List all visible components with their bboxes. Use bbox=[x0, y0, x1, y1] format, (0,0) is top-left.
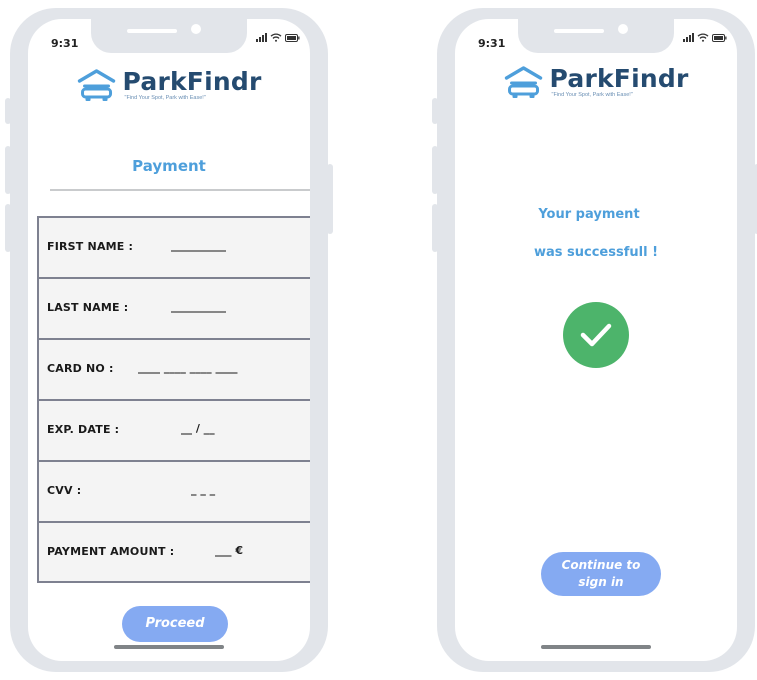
speaker bbox=[127, 29, 177, 33]
card-number-field[interactable]: ____ ____ ____ ____ bbox=[138, 361, 238, 374]
success-message-line2: was successfull ! bbox=[533, 245, 659, 260]
form-row-exp-date[interactable]: EXP. DATE : __ / __ bbox=[39, 401, 310, 462]
side-button bbox=[327, 164, 333, 234]
side-button bbox=[5, 98, 11, 124]
brand-name: ParkFindr bbox=[549, 64, 689, 93]
car-garage-icon bbox=[77, 69, 116, 101]
status-icons bbox=[683, 33, 727, 42]
battery-icon bbox=[285, 33, 300, 42]
app-logo: ParkFindr "Find Your Spot, Park with Eas… bbox=[504, 64, 689, 100]
brand-name: ParkFindr bbox=[122, 67, 262, 96]
side-button bbox=[5, 146, 11, 194]
wifi-icon bbox=[270, 33, 282, 42]
battery-icon bbox=[712, 33, 727, 42]
signal-icon bbox=[683, 33, 694, 42]
form-row-cvv[interactable]: CVV : _ _ _ bbox=[39, 462, 310, 523]
phone-payment: 9:31 ParkFindr "Find Your Spot, Park wit… bbox=[5, 8, 333, 672]
brand-tagline: "Find Your Spot, Park with Ease!" bbox=[124, 95, 206, 101]
field-label: EXP. DATE : bbox=[47, 423, 120, 436]
proceed-button[interactable]: Proceed bbox=[122, 606, 228, 642]
success-message-line1: Your payment bbox=[538, 207, 640, 222]
phone-success: 9:31 ParkFindr "Find Your Spot, Park wit… bbox=[432, 8, 757, 672]
payment-screen: 9:31 ParkFindr "Find Your Spot, Park wit… bbox=[28, 19, 310, 661]
side-button bbox=[5, 204, 11, 252]
continue-label-line2: sign in bbox=[578, 575, 624, 589]
side-button bbox=[432, 146, 438, 194]
continue-to-sign-in-button[interactable]: Continue to sign in bbox=[541, 552, 661, 596]
wifi-icon bbox=[697, 33, 709, 42]
payment-form: FIRST NAME : __________ LAST NAME : ____… bbox=[37, 216, 310, 583]
camera bbox=[618, 24, 628, 34]
continue-label-line1: Continue to bbox=[561, 558, 641, 572]
page-title: Payment bbox=[132, 157, 206, 175]
success-screen: 9:31 ParkFindr "Find Your Spot, Park wit… bbox=[455, 19, 737, 661]
field-label: CARD NO : bbox=[47, 362, 114, 375]
field-label: CVV : bbox=[47, 484, 82, 497]
field-label: PAYMENT AMOUNT : bbox=[47, 545, 175, 558]
field-label: FIRST NAME : bbox=[47, 240, 134, 253]
side-button bbox=[432, 204, 438, 252]
signal-icon bbox=[256, 33, 267, 42]
car-garage-icon bbox=[504, 66, 543, 98]
check-circle-icon bbox=[563, 302, 629, 368]
side-button bbox=[432, 98, 438, 124]
payment-amount-field[interactable]: ___ € bbox=[215, 544, 243, 557]
status-icons bbox=[256, 33, 300, 42]
app-logo: ParkFindr "Find Your Spot, Park with Eas… bbox=[77, 67, 262, 103]
form-row-last-name[interactable]: LAST NAME : __________ bbox=[39, 279, 310, 340]
cvv-field[interactable]: _ _ _ bbox=[191, 483, 215, 496]
exp-date-field[interactable]: __ / __ bbox=[181, 422, 215, 435]
form-row-card-no[interactable]: CARD NO : ____ ____ ____ ____ bbox=[39, 340, 310, 401]
brand-tagline: "Find Your Spot, Park with Ease!" bbox=[551, 92, 633, 98]
form-row-payment-amount[interactable]: PAYMENT AMOUNT : ___ € bbox=[39, 523, 310, 584]
home-indicator[interactable] bbox=[541, 645, 651, 649]
field-label: LAST NAME : bbox=[47, 301, 129, 314]
form-row-first-name[interactable]: FIRST NAME : __________ bbox=[39, 218, 310, 279]
title-divider bbox=[50, 189, 310, 191]
notch bbox=[518, 19, 674, 53]
home-indicator[interactable] bbox=[114, 645, 224, 649]
camera bbox=[191, 24, 201, 34]
speaker bbox=[554, 29, 604, 33]
status-time: 9:31 bbox=[51, 37, 79, 50]
first-name-field[interactable]: __________ bbox=[171, 239, 226, 252]
status-time: 9:31 bbox=[478, 37, 506, 50]
last-name-field[interactable]: __________ bbox=[171, 300, 226, 313]
notch bbox=[91, 19, 247, 53]
